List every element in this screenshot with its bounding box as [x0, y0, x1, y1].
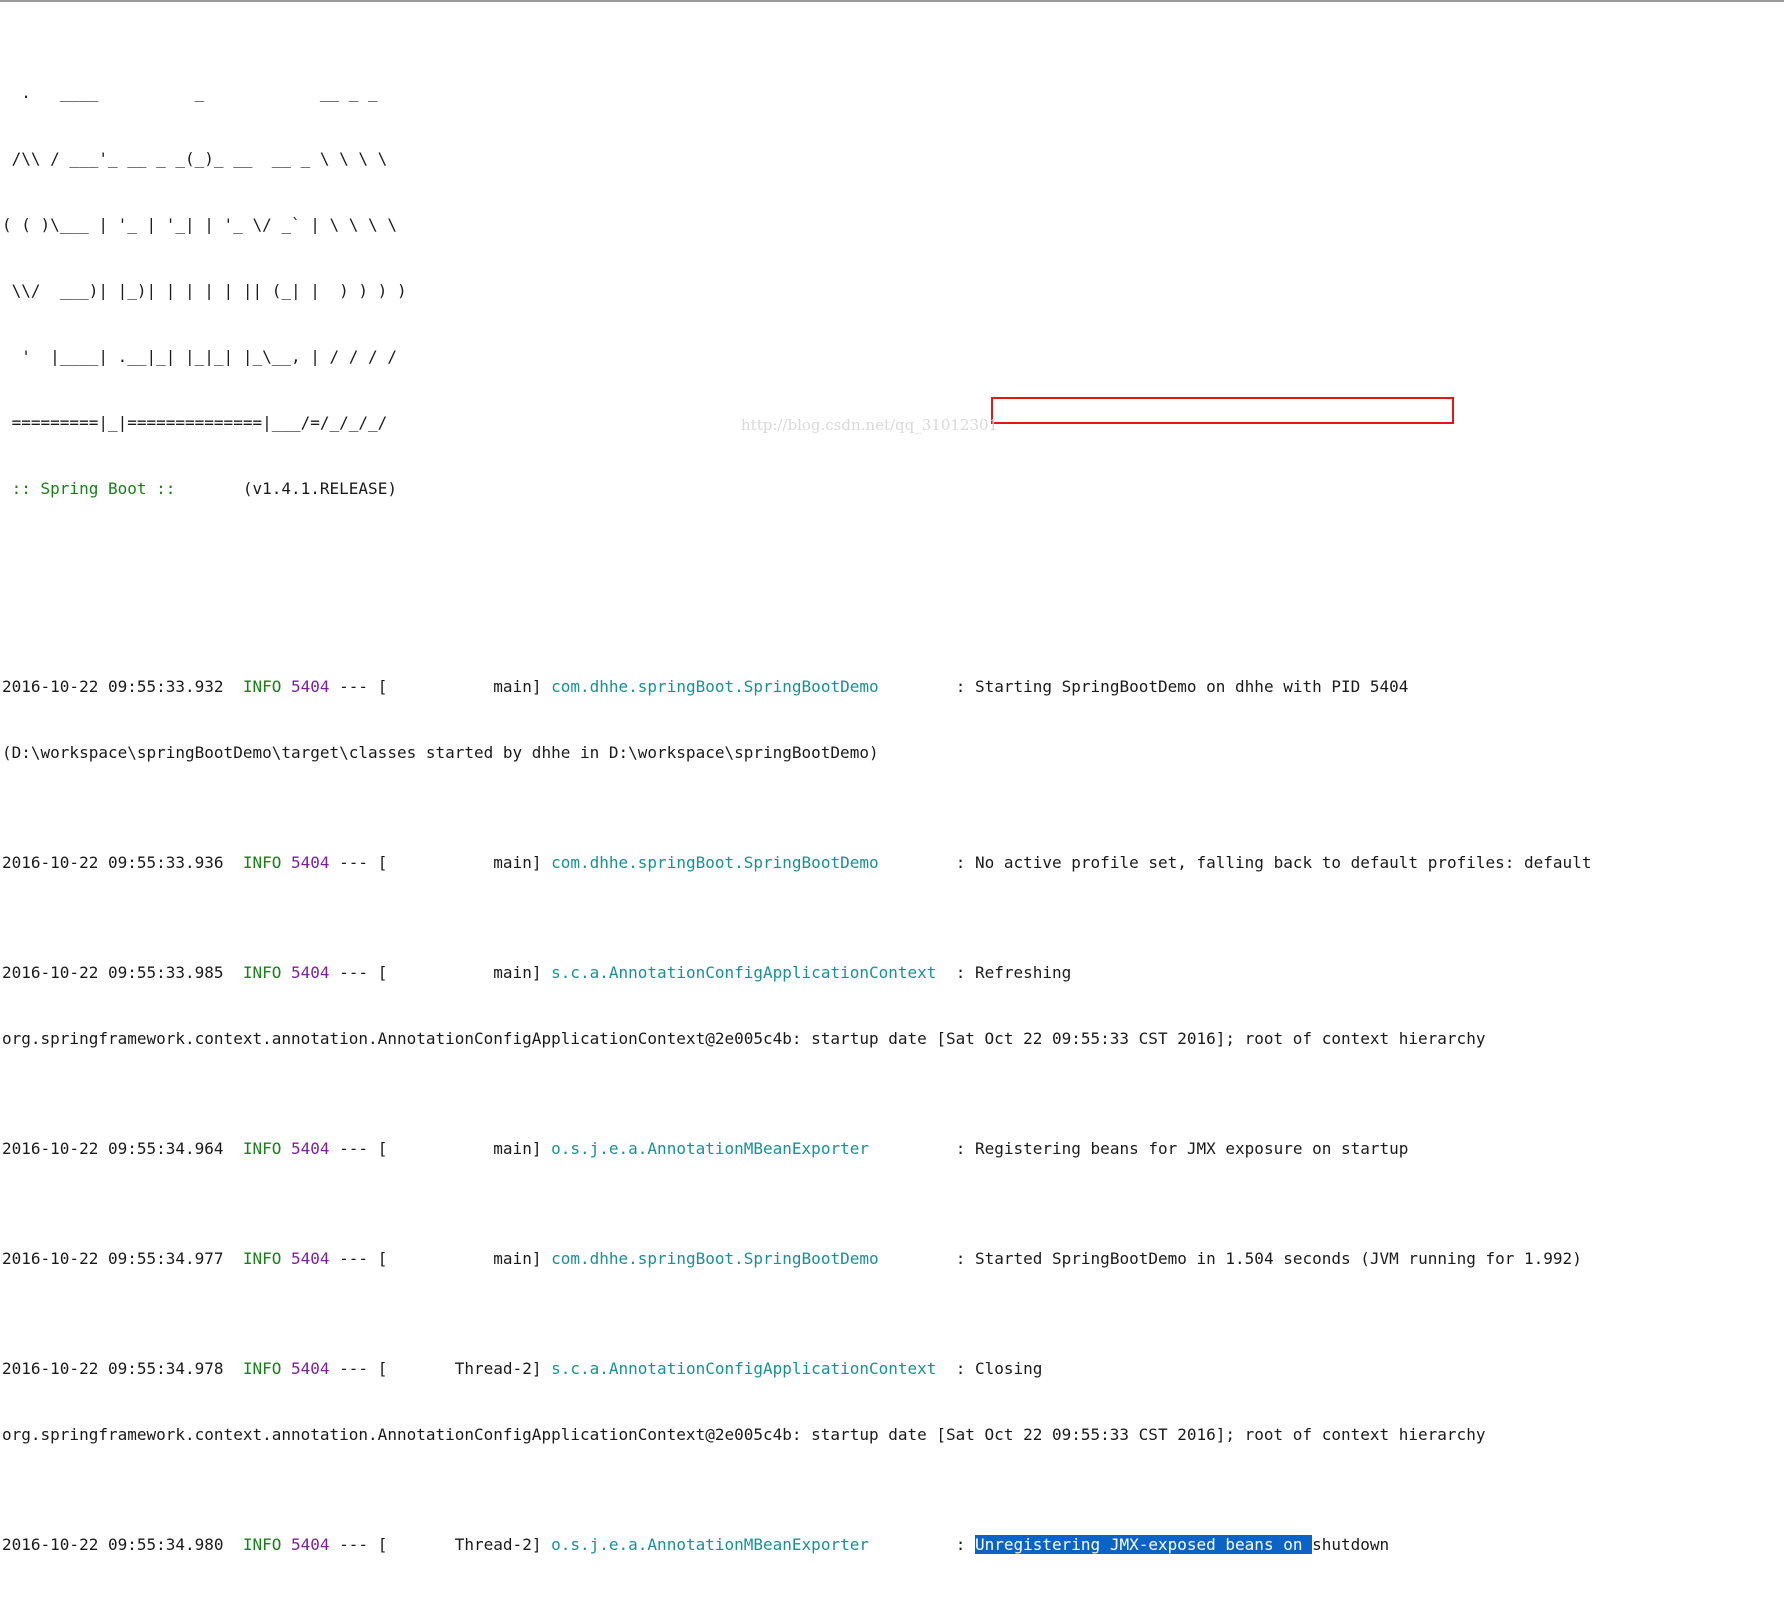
log-thread: main] [387, 677, 542, 696]
log-timestamp: 2016-10-22 09:55:34.977 [2, 1249, 224, 1268]
log-continuation-line: org.springframework.context.annotation.A… [2, 1029, 1486, 1048]
log-line: 2016-10-22 09:55:34.978 INFO 5404 --- [ … [2, 1358, 1772, 1380]
log-logger-pad [879, 677, 946, 696]
spring-banner-line: =========|_|==============|___/=/_/_/_/ [2, 413, 388, 432]
spring-banner-line: ( ( )\___ | '_ | '_| | '_ \/ _` | \ \ \ … [2, 215, 397, 234]
log-message-prefix: : [955, 1535, 975, 1554]
console-output[interactable]: . ____ _ __ _ _ /\\ / ___'_ __ _ _(_)_ _… [2, 16, 1772, 1600]
log-logger: com.dhhe.springBoot.SpringBootDemo [551, 677, 879, 696]
log-continuation-line: org.springframework.context.annotation.A… [2, 1425, 1486, 1444]
log-pid: 5404 [291, 677, 330, 696]
log-separator: --- [ [329, 853, 388, 872]
log-logger: com.dhhe.springBoot.SpringBootDemo [551, 853, 879, 872]
log-level: INFO [242, 677, 282, 696]
log-line: 2016-10-22 09:55:33.985 INFO 5404 --- [ … [2, 962, 1772, 984]
log-logger: s.c.a.AnnotationConfigApplicationContext [551, 1359, 937, 1378]
log-line: 2016-10-22 09:55:34.964 INFO 5404 --- [ … [2, 1138, 1772, 1160]
log-pid: 5404 [291, 853, 330, 872]
log-logger: com.dhhe.springBoot.SpringBootDemo [551, 1249, 879, 1268]
spring-boot-version-line: :: Spring Boot :: (v1.4.1.RELEASE) [2, 478, 1772, 500]
spring-banner-line: \\/ ___)| |_)| | | | | || (_| | ) ) ) ) [2, 281, 407, 300]
log-pid: 5404 [291, 1249, 330, 1268]
log-logger-pad [936, 1359, 946, 1378]
log-logger-pad [879, 853, 946, 872]
log-logger-pad [869, 1139, 946, 1158]
log-thread: main] [387, 1139, 542, 1158]
log-logger-pad [879, 1249, 946, 1268]
log-logger: o.s.j.e.a.AnnotationMBeanExporter [551, 1535, 869, 1554]
log-timestamp: 2016-10-22 09:55:33.936 [2, 853, 224, 872]
log-separator: --- [ [329, 1139, 388, 1158]
log-thread: Thread-2] [387, 1359, 542, 1378]
log-separator: --- [ [329, 1249, 388, 1268]
log-logger-pad [869, 1535, 946, 1554]
log-message: : Started SpringBootDemo in 1.504 second… [955, 1249, 1582, 1268]
spring-banner-line: ' |____| .__|_| |_|_| |_\__, | / / / / [2, 347, 397, 366]
log-logger-pad [936, 963, 946, 982]
log-pid: 5404 [291, 1359, 330, 1378]
log-pid: 5404 [291, 1535, 330, 1554]
log-message: : Refreshing [955, 963, 1072, 982]
log-thread: main] [387, 963, 542, 982]
log-logger: s.c.a.AnnotationConfigApplicationContext [551, 963, 937, 982]
log-timestamp: 2016-10-22 09:55:33.985 [2, 963, 224, 982]
log-line: 2016-10-22 09:55:34.980 INFO 5404 --- [ … [2, 1534, 1772, 1556]
log-timestamp: 2016-10-22 09:55:33.932 [2, 677, 224, 696]
log-message: : No active profile set, falling back to… [955, 853, 1592, 872]
log-level: INFO [242, 1535, 282, 1554]
window-top-border [0, 0, 1784, 2]
log-line: 2016-10-22 09:55:33.936 INFO 5404 --- [ … [2, 852, 1772, 874]
spring-banner-line: . ____ _ __ _ _ [2, 83, 378, 102]
log-separator: --- [ [329, 1359, 388, 1378]
log-timestamp: 2016-10-22 09:55:34.978 [2, 1359, 224, 1378]
log-separator: --- [ [329, 963, 388, 982]
log-continuation-line: (D:\workspace\springBootDemo\target\clas… [2, 743, 879, 762]
log-level: INFO [242, 1359, 282, 1378]
log-logger: o.s.j.e.a.AnnotationMBeanExporter [551, 1139, 869, 1158]
log-thread: main] [387, 1249, 542, 1268]
log-message: : Registering beans for JMX exposure on … [955, 1139, 1409, 1158]
log-level: INFO [242, 1139, 282, 1158]
spring-banner-line: /\\ / ___'_ __ _ _(_)_ __ __ _ \ \ \ \ [2, 149, 388, 168]
log-line: 2016-10-22 09:55:33.932 INFO 5404 --- [ … [2, 676, 1772, 698]
log-level: INFO [242, 1249, 282, 1268]
log-separator: --- [ [329, 677, 388, 696]
log-thread: Thread-2] [387, 1535, 542, 1554]
log-pid: 5404 [291, 963, 330, 982]
log-message: : Closing [955, 1359, 1043, 1378]
log-pid: 5404 [291, 1139, 330, 1158]
log-timestamp: 2016-10-22 09:55:34.980 [2, 1535, 224, 1554]
log-thread: main] [387, 853, 542, 872]
log-timestamp: 2016-10-22 09:55:34.964 [2, 1139, 224, 1158]
log-message-rest: shutdown [1312, 1535, 1390, 1554]
selected-text[interactable]: Unregistering JMX-exposed beans on [974, 1535, 1313, 1554]
log-message: : Starting SpringBootDemo on dhhe with P… [955, 677, 1409, 696]
spring-boot-tag: :: Spring Boot :: [2, 479, 186, 498]
spring-boot-version: (v1.4.1.RELEASE) [185, 479, 397, 498]
log-level: INFO [242, 853, 282, 872]
log-line: 2016-10-22 09:55:34.977 INFO 5404 --- [ … [2, 1248, 1772, 1270]
log-separator: --- [ [329, 1535, 388, 1554]
log-level: INFO [242, 963, 282, 982]
